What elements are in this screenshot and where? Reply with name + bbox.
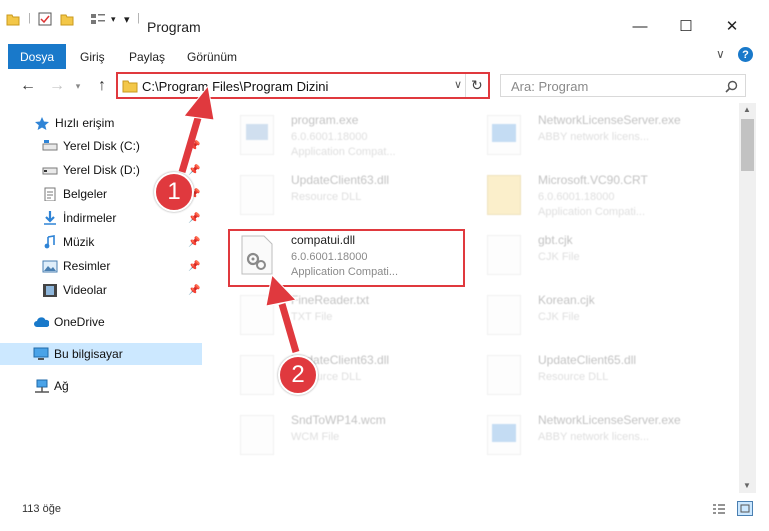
annotation-arrows — [178, 84, 300, 353]
item-count: 113 öğe — [22, 503, 61, 515]
details-view-icon[interactable] — [712, 503, 726, 515]
step-badge-2: 2 — [278, 355, 318, 395]
step-badge-1: 1 — [154, 172, 194, 212]
status-bar: 113 öğe — [0, 497, 769, 531]
large-icons-view-icon[interactable] — [737, 501, 753, 516]
